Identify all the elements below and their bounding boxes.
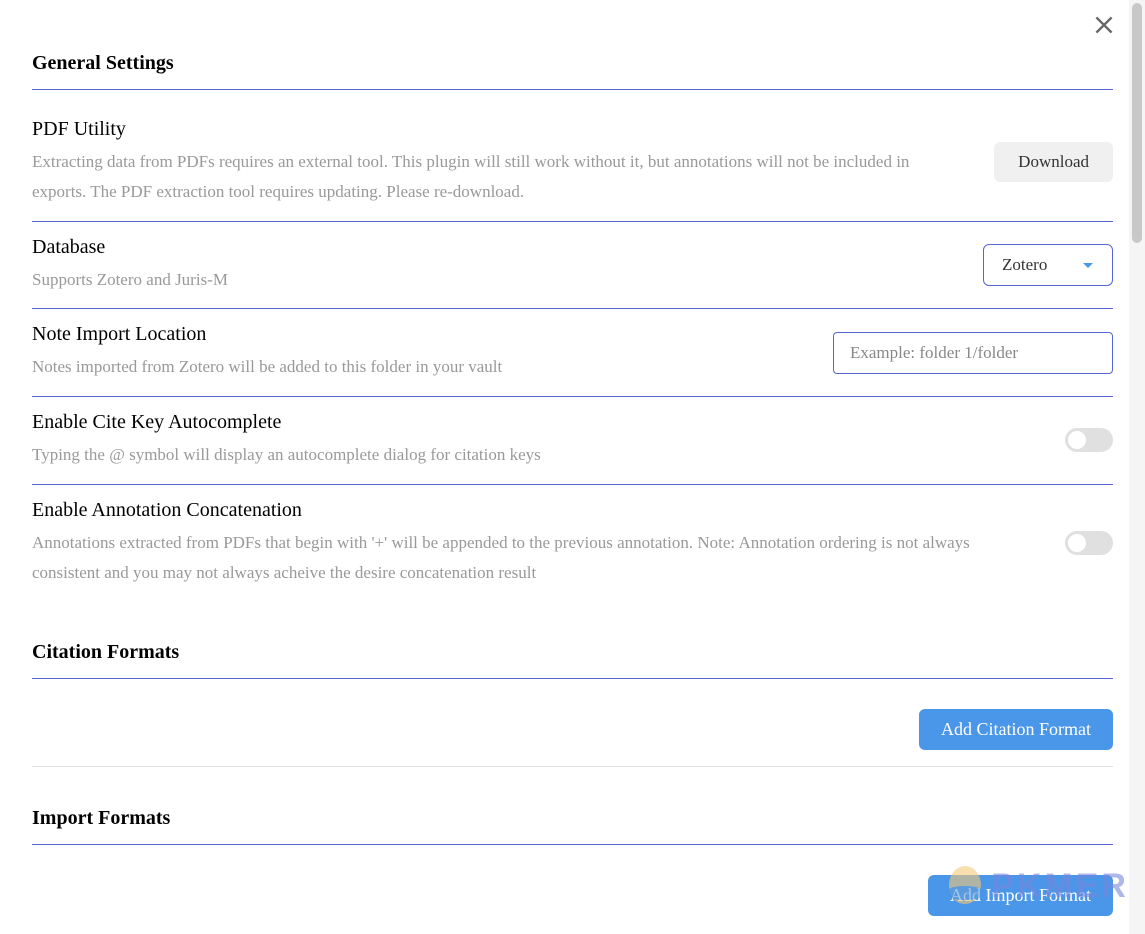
- citation-formats-heading: Citation Formats: [32, 641, 1113, 679]
- database-title: Database: [32, 236, 953, 259]
- annotation-concat-row: Enable Annotation Concatenation Annotati…: [32, 485, 1113, 602]
- database-desc: Supports Zotero and Juris-M: [32, 265, 953, 295]
- annotation-concat-title: Enable Annotation Concatenation: [32, 499, 1035, 522]
- cite-key-title: Enable Cite Key Autocomplete: [32, 411, 1035, 434]
- note-import-desc: Notes imported from Zotero will be added…: [32, 352, 803, 382]
- cite-key-toggle[interactable]: [1065, 428, 1113, 452]
- import-formats-actions: Add Import Format: [32, 859, 1113, 932]
- general-settings-heading: General Settings: [32, 52, 1113, 90]
- close-button[interactable]: [1091, 12, 1117, 43]
- cite-key-desc: Typing the @ symbol will display an auto…: [32, 440, 1035, 470]
- annotation-concat-toggle[interactable]: [1065, 531, 1113, 555]
- toggle-knob: [1068, 431, 1086, 449]
- citation-formats-actions: Add Citation Format: [32, 693, 1113, 767]
- note-import-row: Note Import Location Notes imported from…: [32, 309, 1113, 397]
- note-import-input[interactable]: [833, 332, 1113, 374]
- database-select-value: Zotero: [1002, 255, 1047, 275]
- chevron-down-icon: [1082, 255, 1094, 275]
- toggle-knob: [1068, 534, 1086, 552]
- note-import-title: Note Import Location: [32, 323, 803, 346]
- pdf-utility-title: PDF Utility: [32, 118, 964, 141]
- cite-key-row: Enable Cite Key Autocomplete Typing the …: [32, 397, 1113, 485]
- database-row: Database Supports Zotero and Juris-M Zot…: [32, 222, 1113, 310]
- add-import-format-button[interactable]: Add Import Format: [928, 875, 1113, 916]
- close-icon: [1091, 12, 1117, 38]
- pdf-utility-row: PDF Utility Extracting data from PDFs re…: [32, 104, 1113, 222]
- add-citation-format-button[interactable]: Add Citation Format: [919, 709, 1113, 750]
- download-button[interactable]: Download: [994, 142, 1113, 182]
- database-select[interactable]: Zotero: [983, 244, 1113, 286]
- import-formats-heading: Import Formats: [32, 807, 1113, 845]
- annotation-concat-desc: Annotations extracted from PDFs that beg…: [32, 528, 1035, 588]
- pdf-utility-desc: Extracting data from PDFs requires an ex…: [32, 147, 964, 207]
